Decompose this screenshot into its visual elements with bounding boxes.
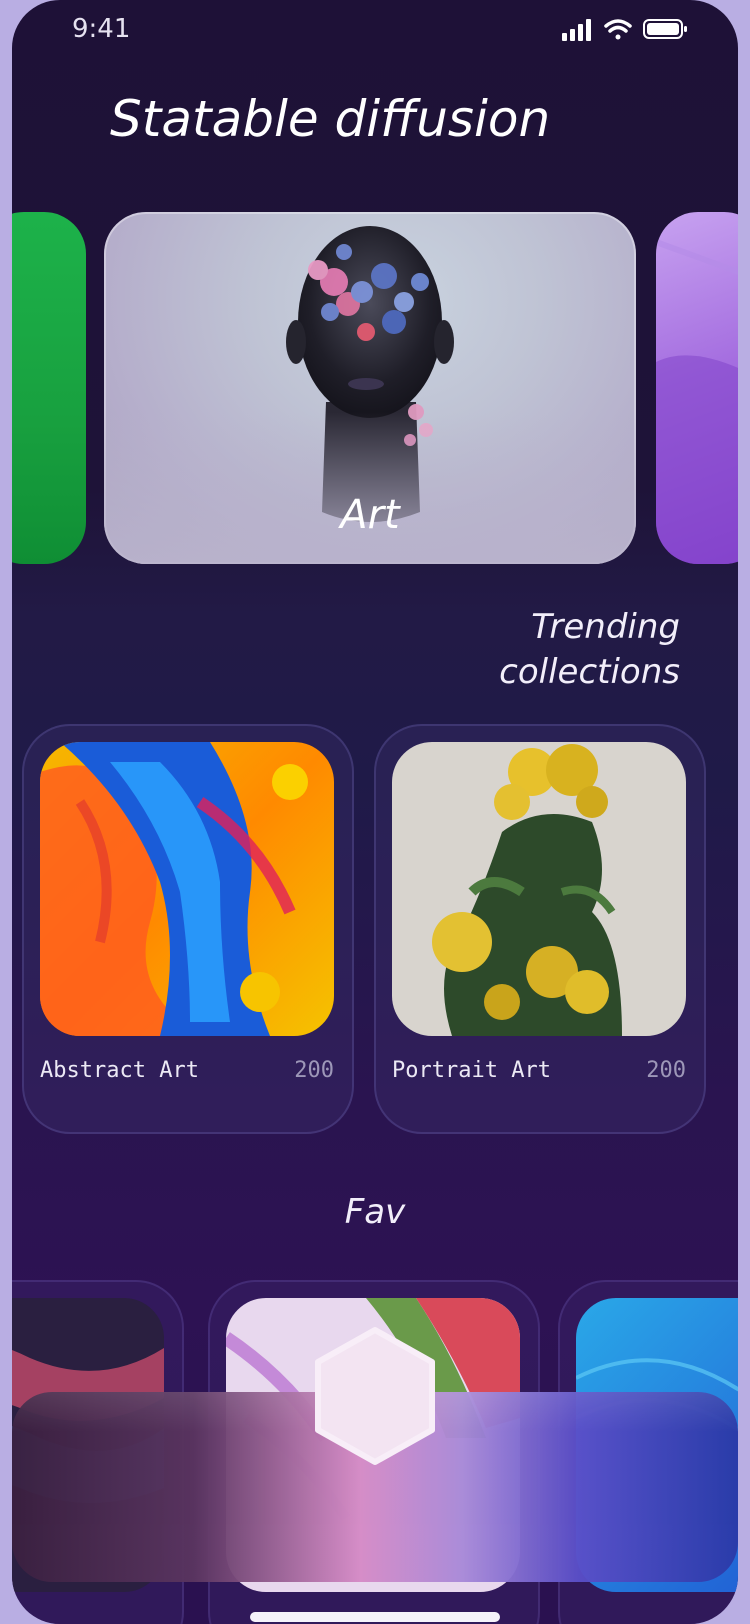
wifi-icon (604, 19, 632, 40)
page-title: Statable diffusion (110, 90, 551, 148)
status-time: 9:41 (72, 14, 131, 44)
status-bar: 9:41 (12, 0, 738, 60)
status-icons (562, 19, 687, 41)
collection-card-abstract-art[interactable]: Abstract Art 200 (22, 724, 354, 1134)
signal-icon (562, 19, 591, 41)
carousel-card-label: Art (340, 492, 400, 538)
fav-section-title: Fav (344, 1192, 406, 1232)
carousel-card-next-image (656, 239, 738, 564)
collection-count: 200 (646, 1058, 686, 1083)
collection-card-portrait-art[interactable]: Portrait Art 200 (374, 724, 706, 1134)
home-indicator[interactable] (250, 1612, 500, 1622)
trending-section-title: Trending collections (499, 605, 680, 695)
carousel-card-next[interactable] (656, 212, 738, 564)
hexagon-icon[interactable] (310, 1326, 440, 1466)
battery-icon (643, 19, 687, 39)
carousel-card-previous-image (12, 212, 86, 564)
collection-image-abstract (40, 742, 334, 1036)
phone-screen: 9:41 Statable diffusion Art Trending col… (12, 0, 738, 1624)
carousel-card-previous[interactable] (12, 212, 86, 564)
collection-name: Portrait Art (392, 1058, 551, 1083)
collection-image-portrait (392, 742, 686, 1036)
collection-name: Abstract Art (40, 1058, 199, 1083)
collection-count: 200 (294, 1058, 334, 1083)
trending-title-line2: collections (499, 652, 680, 692)
carousel-card-art[interactable]: Art (104, 212, 636, 564)
trending-title-line1: Trending (531, 607, 680, 647)
